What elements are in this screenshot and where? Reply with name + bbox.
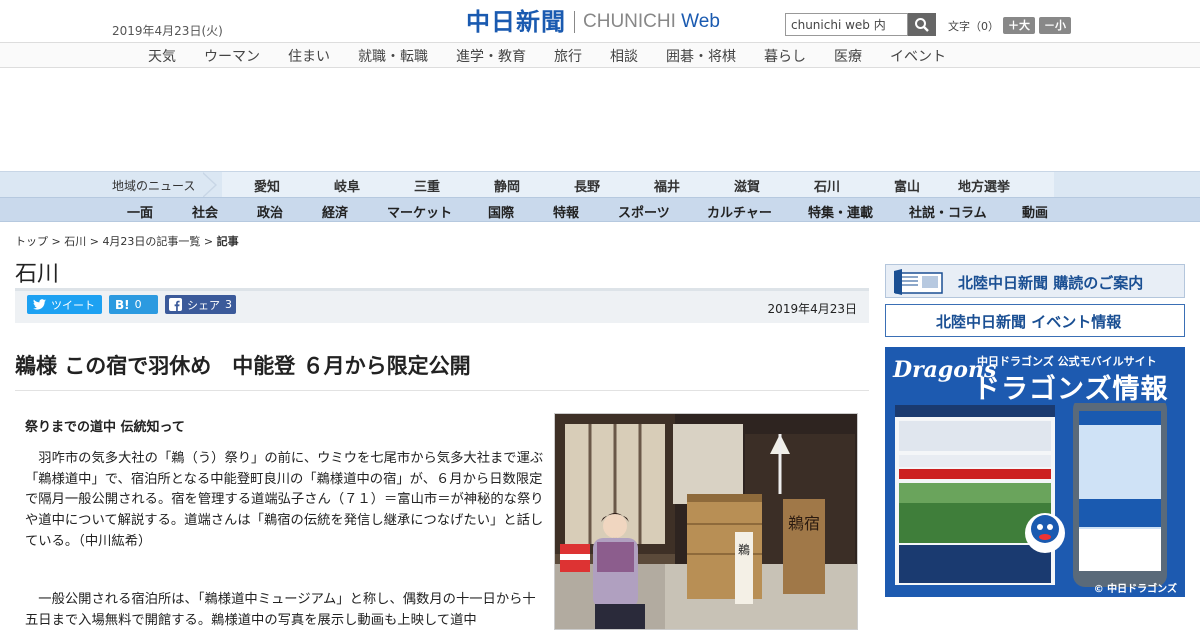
category-item[interactable]: スポーツ [618, 202, 670, 221]
font-size-label: 文字（0） [948, 19, 999, 33]
search-button[interactable] [908, 13, 936, 36]
facebook-label: シェア [187, 298, 220, 312]
logo-japanese: 中日新聞 [466, 8, 566, 36]
tweet-label: ツイート [51, 298, 95, 312]
category-item[interactable]: 政治 [257, 202, 283, 221]
category-item[interactable]: 動画 [1022, 202, 1048, 221]
breadcrumb-region[interactable]: 石川 [64, 235, 86, 248]
category-item[interactable]: マーケット [387, 202, 452, 221]
nav-top-item[interactable]: 医療 [834, 46, 862, 66]
category-item[interactable]: 社会 [192, 202, 218, 221]
hatena-b-icon: B! [115, 297, 130, 312]
category-item[interactable]: 特集・連載 [808, 202, 873, 221]
region-nav: 地域のニュース 愛知 岐阜 三重 静岡 長野 福井 滋賀 石川 富山 地方選挙 [0, 171, 1200, 198]
category-item[interactable]: 経済 [322, 202, 348, 221]
nav-top-item[interactable]: 天気 [148, 46, 176, 66]
region-item[interactable]: 滋賀 [734, 176, 760, 195]
category-nav: 一面 社会 政治 経済 マーケット 国際 特報 スポーツ カルチャー 特集・連載… [0, 197, 1200, 222]
dragons-promo-graphic [895, 403, 1167, 587]
nav-top-item[interactable]: 暮らし [764, 46, 806, 66]
article-headline: 鵜様 この宿で羽休め 中能登 ６月から限定公開 [15, 354, 471, 378]
region-item[interactable]: 長野 [574, 176, 600, 195]
nav-top-item[interactable]: 囲碁・将棋 [666, 46, 736, 66]
breadcrumb-top[interactable]: トップ [15, 235, 48, 248]
ad-area [0, 68, 1200, 171]
region-item[interactable]: 石川 [814, 176, 840, 195]
breadcrumb: トップ > 石川 > 4月23日の記事一覧 > 記事 [15, 235, 239, 248]
photo-box-text: 鵜 [738, 543, 750, 557]
newspaper-icon [894, 269, 943, 295]
section-title: 石川 [15, 262, 60, 287]
twitter-bird-icon [33, 299, 46, 310]
site-logo[interactable]: 中日新聞 CHUNICHI Web [466, 8, 720, 36]
header-date: 2019年4月23日(火) [112, 24, 223, 38]
logo-english: CHUNICHI Web [583, 11, 720, 32]
article-subhead: 祭りまでの道中 伝統知って [25, 420, 185, 435]
photo-illustration: 鵜宿 鵜 [555, 414, 857, 629]
nav-top-item[interactable]: 旅行 [554, 46, 582, 66]
event-info-banner[interactable]: 北陸中日新聞 イベント情報 [885, 304, 1185, 337]
category-item[interactable]: 国際 [488, 202, 514, 221]
font-smaller-button[interactable]: －小 [1039, 17, 1071, 34]
subscribe-label: 北陸中日新聞 購読のご案内 [958, 274, 1144, 292]
article-photo[interactable]: 鵜宿 鵜 [554, 413, 858, 630]
nav-top-item[interactable]: 就職・転職 [358, 46, 428, 66]
facebook-icon [169, 298, 182, 311]
subscribe-banner[interactable]: 北陸中日新聞 購読のご案内 [885, 264, 1185, 298]
article-paragraph: 羽咋市の気多大社の「鵜（う）祭り」の前に、ウミウを七尾市から気多大社まで運ぶ「鵜… [25, 451, 544, 549]
font-size-control: 文字（0） ＋大 －小 [948, 17, 1071, 34]
tweet-button[interactable]: ツイート [27, 295, 102, 314]
hatena-bookmark-button[interactable]: B! 0 [109, 295, 158, 314]
region-item[interactable]: 地方選挙 [958, 176, 1010, 195]
dragons-title: ドラゴンズ情報 [973, 374, 1169, 405]
facebook-count: 3 [225, 298, 232, 311]
category-item[interactable]: 社説・コラム [909, 202, 987, 221]
facebook-share-button[interactable]: シェア 3 [165, 295, 236, 314]
service-nav: 天気 ウーマン 住まい 就職・転職 進学・教育 旅行 相談 囲碁・将棋 暮らし … [0, 42, 1200, 68]
region-item[interactable]: 富山 [894, 176, 920, 195]
nav-top-item[interactable]: イベント [890, 46, 946, 66]
dragons-copyright: © 中日ドラゴンズ [1093, 584, 1177, 595]
logo-separator [574, 11, 575, 33]
nav-top-item[interactable]: ウーマン [204, 46, 260, 66]
hatena-count: 0 [134, 298, 142, 311]
dragons-banner[interactable]: Dragons 中日ドラゴンズ 公式モバイルサイト ドラゴンズ情報 © 中日ドラ… [885, 347, 1185, 597]
region-item[interactable]: 岐阜 [334, 176, 360, 195]
breadcrumb-list[interactable]: 4月23日の記事一覧 [102, 235, 200, 248]
region-nav-label: 地域のニュース [112, 179, 196, 193]
event-info-label: 北陸中日新聞 イベント情報 [936, 313, 1122, 331]
category-item[interactable]: カルチャー [707, 202, 772, 221]
photo-sign-text: 鵜宿 [788, 514, 820, 533]
headline-divider [15, 390, 869, 391]
region-item[interactable]: 愛知 [254, 176, 280, 195]
article-paragraph: 一般公開される宿泊所は、「鵜様道中ミュージアム」と称し、偶数月の十一日から十五日… [25, 592, 536, 628]
font-larger-button[interactable]: ＋大 [1003, 17, 1035, 34]
region-item[interactable]: 静岡 [494, 176, 520, 195]
nav-top-item[interactable]: 進学・教育 [456, 46, 526, 66]
category-item[interactable]: 一面 [127, 202, 153, 221]
breadcrumb-current: 記事 [216, 235, 239, 248]
site-header: 2019年4月23日(火) 中日新聞 CHUNICHI Web 文字（0） ＋大… [0, 0, 1200, 42]
search-icon [915, 17, 929, 32]
share-bar: ツイート B! 0 シェア 3 2019年4月23日 [15, 291, 869, 323]
search-input[interactable] [785, 13, 908, 36]
search-box [785, 13, 936, 36]
region-item[interactable]: 三重 [414, 176, 440, 195]
category-item[interactable]: 特報 [553, 202, 579, 221]
region-item[interactable]: 福井 [654, 176, 680, 195]
nav-top-item[interactable]: 住まい [288, 46, 330, 66]
nav-top-item[interactable]: 相談 [610, 46, 638, 66]
article-date: 2019年4月23日 [767, 302, 857, 316]
